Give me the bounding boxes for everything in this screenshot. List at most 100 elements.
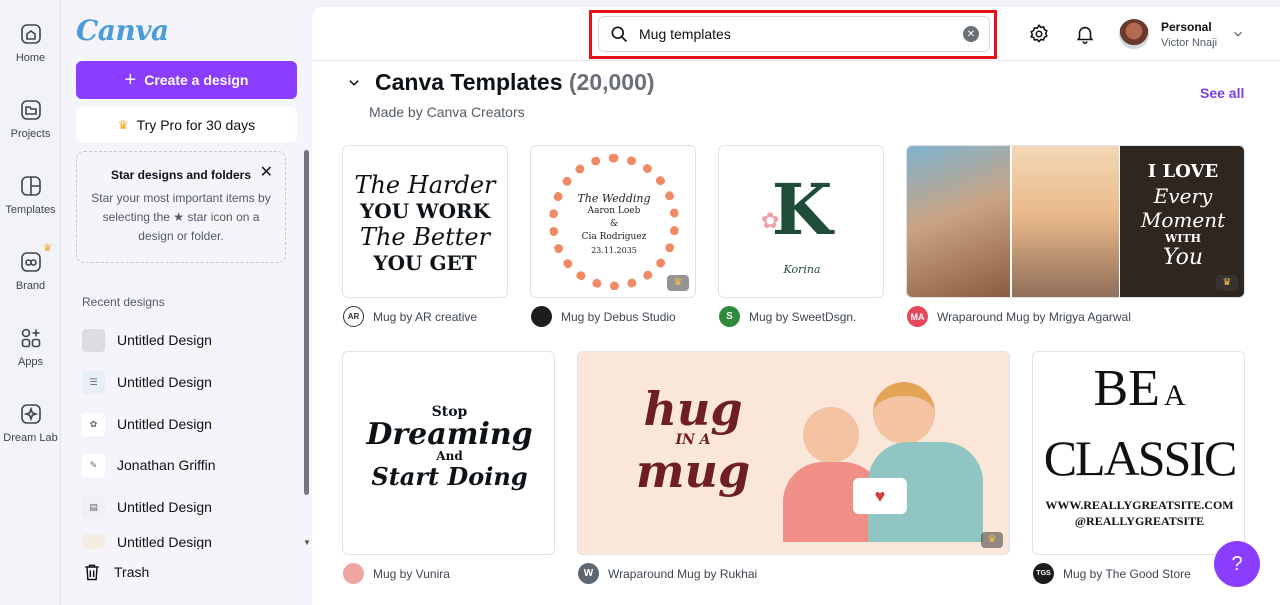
create-design-label: Create a design	[144, 72, 249, 88]
template-art-text: YOU WORK	[360, 199, 490, 223]
account-name: Victor Nnaji	[1161, 37, 1218, 49]
template-card[interactable]: BE A CLASSIC WWW.REALLYGREATSITE.COM @RE…	[1032, 351, 1245, 555]
list-item[interactable]: ☰ Untitled Design	[82, 367, 212, 397]
template-art-text: YOU GET	[373, 251, 477, 275]
clear-search-icon[interactable]: ✕	[963, 26, 979, 42]
template-art-text: The Harder	[354, 171, 496, 199]
template-card[interactable]: K ✿ Korina	[718, 145, 884, 298]
brand-crown-icon: ♛	[43, 243, 52, 254]
template-card[interactable]: The Harder YOU WORK The Better YOU GET	[342, 145, 508, 298]
list-item[interactable]: ▤ Untitled Design	[82, 492, 212, 522]
star-tip-title: Star designs and folders	[110, 168, 252, 182]
rail-templates[interactable]: Templates	[0, 174, 61, 216]
design-thumbnail: ▤	[82, 495, 105, 519]
template-art-text: BE	[1093, 360, 1160, 417]
list-item-label: Untitled Design	[117, 416, 212, 432]
creator-avatar: TGS	[1033, 563, 1054, 584]
bell-icon[interactable]	[1074, 23, 1096, 45]
close-icon[interactable]: ✕	[260, 162, 273, 182]
template-art-text: WITH	[1164, 232, 1202, 245]
creator-link[interactable]: Mug by Vunira	[343, 563, 450, 584]
template-art-text: The Wedding	[577, 192, 651, 205]
rail-home-label: Home	[15, 52, 46, 64]
chevron-down-icon[interactable]	[1231, 27, 1245, 41]
collapse-chevron-icon[interactable]	[347, 76, 361, 90]
template-art-text: Start Doing	[371, 462, 528, 491]
list-item-label: Jonathan Griffin	[117, 457, 216, 473]
main-content: ✕ Personal Victor Nnaji Canva Templates …	[312, 7, 1280, 605]
pro-crown-icon: ♛	[981, 532, 1003, 548]
design-thumbnail: ☰	[82, 370, 105, 394]
section-header: Canva Templates (20,000)	[347, 69, 655, 96]
rail-brand-label: Brand	[15, 280, 46, 292]
panel-scrollbar[interactable]	[304, 150, 309, 495]
canva-logo[interactable]: Canva	[76, 14, 169, 47]
template-art: The Harder YOU WORK The Better YOU GET	[343, 146, 507, 276]
template-art-text: &	[609, 219, 618, 229]
trash-button[interactable]: Trash	[82, 562, 149, 582]
rail-home[interactable]: Home	[0, 22, 61, 64]
section-title: Canva Templates (20,000)	[375, 69, 655, 96]
pro-crown-icon: ♛	[667, 275, 689, 291]
see-all-link[interactable]: See all	[1200, 85, 1244, 101]
template-card[interactable]: The Wedding Aaron Loeb & Cia Rodriguez 2…	[530, 145, 696, 298]
design-thumbnail: ✎	[82, 453, 105, 477]
template-card[interactable]: hug IN A mug ♥ ♛	[577, 351, 1010, 555]
creator-link[interactable]: W Wraparound Mug by Rukhai	[578, 563, 757, 584]
rail-dreamlab[interactable]: Dream Lab	[0, 402, 61, 444]
creator-link[interactable]: MA Wraparound Mug by Mrigya Agarwal	[907, 306, 1131, 327]
creator-link[interactable]: S Mug by SweetDsgn.	[719, 306, 856, 327]
template-art-text: hug	[643, 382, 743, 436]
search-input[interactable]	[639, 26, 953, 42]
rail-apps[interactable]: Apps	[0, 326, 61, 368]
plus-icon: +	[124, 69, 137, 91]
scroll-down-arrow-icon[interactable]: ▼	[303, 538, 311, 547]
gear-icon[interactable]	[1028, 23, 1050, 45]
rail-projects-label: Projects	[10, 128, 51, 140]
creator-label: Wraparound Mug by Mrigya Agarwal	[937, 309, 1131, 324]
try-pro-button[interactable]: ♛ Try Pro for 30 days	[76, 107, 297, 142]
creator-link[interactable]: TGS Mug by The Good Store	[1033, 563, 1191, 584]
template-art-text: Aaron Loeb	[587, 206, 641, 216]
template-art-text: CLASSIC	[1043, 430, 1238, 486]
creator-label: Mug by SweetDsgn.	[749, 309, 857, 324]
side-panel: Canva + Create a design ♛ Try Pro for 30…	[61, 0, 312, 605]
star-tip-box: ✕ Star designs and folders Star your mos…	[76, 151, 286, 263]
rail-projects[interactable]: Projects	[0, 98, 61, 140]
rail-brand[interactable]: Brand	[0, 250, 61, 292]
creator-label: Mug by Vunira	[373, 566, 450, 581]
template-card[interactable]: Stop Dreaming And Start Doing	[342, 351, 555, 555]
pro-crown-icon: ♛	[1216, 275, 1238, 291]
list-item[interactable]: Untitled Design	[82, 325, 212, 355]
creator-avatar: AR	[343, 306, 364, 327]
template-card[interactable]: I LOVE Every Moment WITH You ♛	[906, 145, 1245, 298]
creator-avatar: W	[578, 563, 599, 584]
template-art: hug IN A mug	[608, 386, 778, 494]
template-art-text: WWW.REALLYGREATSITE.COM	[1045, 498, 1234, 512]
folder-icon	[20, 100, 41, 120]
account-type: Personal	[1161, 20, 1212, 34]
creator-avatar: S	[719, 306, 740, 327]
trash-icon	[85, 564, 99, 581]
creator-link[interactable]: Mug by Debus Studio	[531, 306, 676, 327]
creator-label: Mug by The Good Store	[1063, 566, 1191, 581]
list-item[interactable]: ✎ Jonathan Griffin	[82, 450, 216, 480]
search-bar[interactable]: ✕	[598, 16, 990, 52]
account-switcher[interactable]: Personal Victor Nnaji	[1161, 20, 1217, 49]
help-button[interactable]: ?	[1214, 541, 1260, 587]
list-item[interactable]: ✿ Untitled Design	[82, 409, 212, 439]
avatar[interactable]	[1119, 19, 1149, 49]
creator-avatar	[343, 563, 364, 584]
list-item[interactable]: Untitled Design	[82, 534, 212, 549]
dreamlab-icon	[20, 404, 41, 424]
design-thumbnail	[82, 534, 105, 549]
template-art-text: K	[771, 168, 833, 251]
home-icon	[20, 24, 41, 44]
couple-illustration: ♥	[783, 382, 983, 542]
creator-link[interactable]: AR Mug by AR creative	[343, 306, 477, 327]
trash-label: Trash	[114, 564, 150, 580]
section-title-text: Canva Templates	[375, 69, 563, 95]
create-design-button[interactable]: + Create a design	[76, 61, 297, 99]
template-art-text: Every	[1153, 184, 1213, 208]
template-art-text: mug	[635, 444, 751, 498]
